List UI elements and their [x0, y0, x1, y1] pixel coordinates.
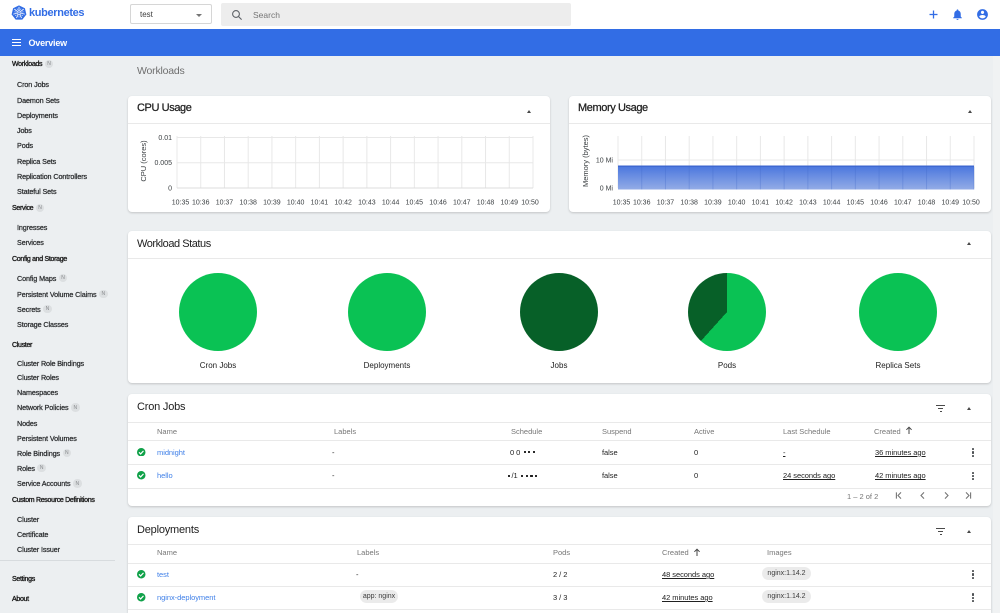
svg-text:Memory (bytes): Memory (bytes)	[581, 134, 590, 187]
svg-text:10:40: 10:40	[728, 200, 746, 207]
svg-text:10:37: 10:37	[657, 200, 675, 207]
svg-text:10:37: 10:37	[216, 200, 234, 207]
svg-text:0.01: 0.01	[158, 135, 172, 142]
svg-text:10:48: 10:48	[477, 200, 495, 207]
svg-text:10:44: 10:44	[823, 200, 841, 207]
svg-text:10:43: 10:43	[358, 200, 376, 207]
svg-text:0: 0	[168, 186, 172, 193]
svg-text:10:41: 10:41	[752, 200, 770, 207]
svg-text:10:35: 10:35	[172, 200, 190, 207]
svg-text:10:46: 10:46	[870, 200, 888, 207]
svg-text:10:47: 10:47	[894, 200, 912, 207]
svg-text:10:50: 10:50	[521, 200, 539, 207]
svg-text:10:45: 10:45	[847, 200, 865, 207]
svg-text:10:38: 10:38	[239, 200, 257, 207]
svg-text:10:39: 10:39	[263, 200, 281, 207]
svg-text:10:36: 10:36	[192, 200, 210, 207]
svg-text:10:44: 10:44	[382, 200, 400, 207]
svg-text:10:43: 10:43	[799, 200, 817, 207]
svg-text:10:48: 10:48	[918, 200, 936, 207]
svg-text:10:46: 10:46	[429, 200, 447, 207]
svg-text:10:49: 10:49	[942, 200, 960, 207]
svg-text:10:40: 10:40	[287, 200, 305, 207]
svg-text:10:39: 10:39	[704, 200, 722, 207]
svg-text:10:45: 10:45	[406, 200, 424, 207]
svg-text:10:50: 10:50	[962, 200, 980, 207]
svg-text:10:42: 10:42	[334, 200, 352, 207]
svg-text:10:42: 10:42	[775, 200, 793, 207]
svg-text:0 Mi: 0 Mi	[600, 186, 614, 193]
svg-text:10:41: 10:41	[311, 200, 329, 207]
svg-text:10:35: 10:35	[613, 200, 631, 207]
svg-text:0.005: 0.005	[154, 160, 172, 167]
svg-text:CPU (cores): CPU (cores)	[139, 140, 148, 182]
svg-text:10:38: 10:38	[680, 200, 698, 207]
svg-text:10 Mi: 10 Mi	[596, 158, 614, 165]
svg-text:10:47: 10:47	[453, 200, 471, 207]
svg-text:10:36: 10:36	[633, 200, 651, 207]
svg-text:10:49: 10:49	[501, 200, 519, 207]
